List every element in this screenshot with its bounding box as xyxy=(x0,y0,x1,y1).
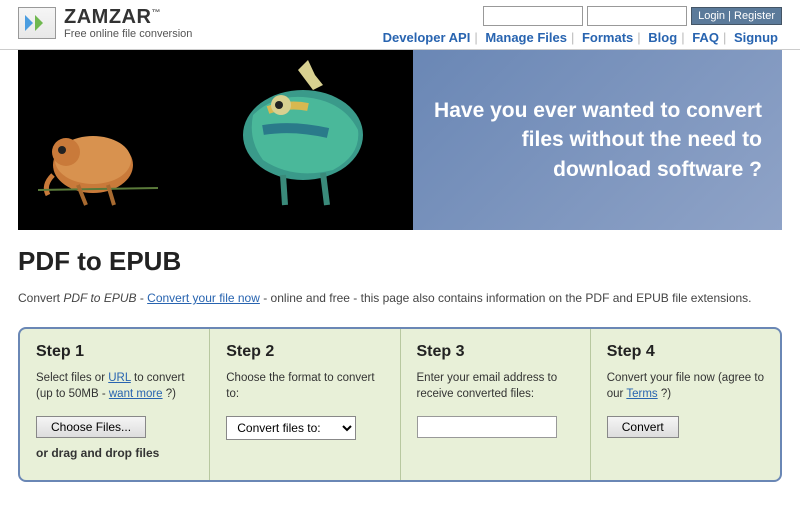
nav-faq[interactable]: FAQ xyxy=(688,30,723,45)
step-4-desc: Convert your file now (agree to our Term… xyxy=(607,371,764,402)
main-content: PDF to EPUB Convert PDF to EPUB - Conver… xyxy=(0,230,800,498)
choose-files-button[interactable]: Choose Files... xyxy=(36,416,146,438)
convert-now-link[interactable]: Convert your file now xyxy=(147,291,260,305)
convert-button[interactable]: Convert xyxy=(607,416,679,438)
step-3: Step 3 Enter your email address to recei… xyxy=(401,329,591,480)
username-input[interactable] xyxy=(483,6,583,26)
step-1: Step 1 Select files or URL to convert (u… xyxy=(20,329,210,480)
step-3-title: Step 3 xyxy=(417,343,574,361)
nav-formats[interactable]: Formats xyxy=(578,30,637,45)
header-right: Login | Register Developer API| Manage F… xyxy=(379,6,782,45)
email-input[interactable] xyxy=(417,416,557,438)
step-2-title: Step 2 xyxy=(226,343,383,361)
nav-developer-api[interactable]: Developer API xyxy=(379,30,475,45)
steps-box: Step 1 Select files or URL to convert (u… xyxy=(18,327,782,482)
step-2: Step 2 Choose the format to convert to: … xyxy=(210,329,400,480)
chameleon-icon xyxy=(213,55,383,225)
page-title: PDF to EPUB xyxy=(18,246,782,277)
step-1-title: Step 1 xyxy=(36,343,193,361)
want-more-link[interactable]: want more xyxy=(109,388,163,400)
login-button[interactable]: Login | Register xyxy=(691,7,782,25)
intro-text: Convert PDF to EPUB - Convert your file … xyxy=(18,291,782,305)
hero-image xyxy=(18,50,413,230)
header: ZAMZAR™ Free online file conversion Logi… xyxy=(0,0,800,50)
step-3-desc: Enter your email address to receive conv… xyxy=(417,371,574,402)
step-1-desc: Select files or URL to convert (up to 50… xyxy=(36,371,193,402)
brand-name: ZAMZAR xyxy=(64,6,151,28)
hero-banner: Have you ever wanted to convert files wi… xyxy=(18,50,782,230)
format-select[interactable]: Convert files to: xyxy=(226,416,356,440)
logo-icon xyxy=(18,7,56,39)
step-4: Step 4 Convert your file now (agree to o… xyxy=(591,329,780,480)
drag-drop-text: or drag and drop files xyxy=(36,446,193,460)
terms-link[interactable]: Terms xyxy=(626,388,657,400)
password-input[interactable] xyxy=(587,6,687,26)
trademark-icon: ™ xyxy=(151,7,161,17)
logo-area: ZAMZAR™ Free online file conversion xyxy=(18,6,192,40)
auth-row: Login | Register xyxy=(379,6,782,26)
logo-text: ZAMZAR™ Free online file conversion xyxy=(64,6,192,40)
nav-blog[interactable]: Blog xyxy=(644,30,681,45)
step-4-title: Step 4 xyxy=(607,343,764,361)
nav-manage-files[interactable]: Manage Files xyxy=(481,30,571,45)
top-nav: Developer API| Manage Files| Formats| Bl… xyxy=(379,30,782,45)
hero-tagline-panel: Have you ever wanted to convert files wi… xyxy=(413,50,782,230)
tagline: Free online file conversion xyxy=(64,28,192,40)
url-link[interactable]: URL xyxy=(108,372,131,384)
nav-signup[interactable]: Signup xyxy=(730,30,782,45)
hero-text: Have you ever wanted to convert files wi… xyxy=(433,96,762,184)
step-2-desc: Choose the format to convert to: xyxy=(226,371,383,402)
chameleon-icon xyxy=(38,110,158,220)
